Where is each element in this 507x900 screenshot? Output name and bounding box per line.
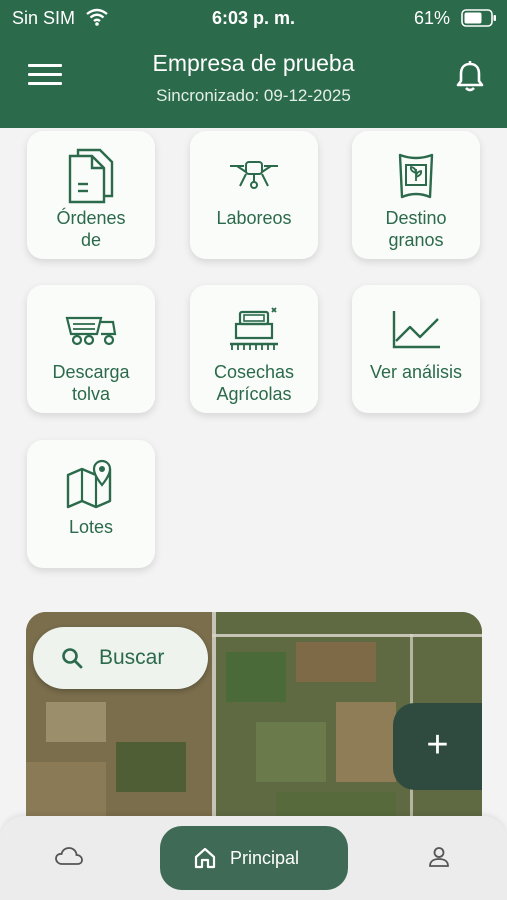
map-pin-icon — [27, 452, 155, 518]
add-button[interactable]: + — [393, 703, 482, 790]
tile-lotes[interactable]: Lotes — [27, 440, 155, 568]
tile-destino-granos[interactable]: Destino granos — [352, 131, 480, 259]
map-search-button[interactable]: Buscar — [33, 627, 208, 689]
search-label: Buscar — [99, 646, 165, 669]
combine-harvester-icon — [190, 297, 318, 363]
documents-icon — [27, 143, 155, 209]
grain-bag-icon — [352, 143, 480, 209]
hopper-truck-icon — [27, 297, 155, 363]
search-icon — [61, 647, 83, 674]
home-icon — [194, 847, 216, 874]
tile-label: Órdenes de — [56, 208, 126, 250]
notification-bell-icon[interactable] — [455, 60, 485, 99]
nav-home-button[interactable]: Principal — [160, 826, 348, 890]
bottom-navigation: Principal — [0, 816, 507, 900]
status-bar: Sin SIM 6:03 p. m. 61% — [0, 0, 507, 36]
line-chart-icon — [352, 297, 480, 363]
user-profile-icon[interactable] — [428, 846, 450, 873]
tile-label: Descarga tolva — [52, 362, 130, 404]
battery-icon — [461, 9, 497, 32]
tile-ordenes[interactable]: Órdenes de — [27, 131, 155, 259]
battery-percent: 61% — [414, 8, 451, 28]
company-title: Empresa de prueba — [152, 50, 355, 76]
cloud-icon[interactable] — [55, 846, 83, 871]
app-header: Sin SIM 6:03 p. m. 61% Empresa de prueba… — [0, 0, 507, 128]
drone-icon — [190, 143, 318, 209]
nav-home-label: Principal — [230, 848, 300, 868]
tile-laboreos[interactable]: Laboreos — [190, 131, 318, 259]
tile-descarga-tolva[interactable]: Descarga tolva — [27, 285, 155, 413]
tile-label: Lotes — [68, 517, 114, 537]
tile-label: Cosechas Agrícolas — [213, 362, 295, 404]
sync-status: Sincronizado: 09-12-2025 — [156, 86, 351, 105]
plus-icon: + — [426, 724, 449, 766]
tile-label: Destino granos — [385, 208, 447, 250]
tile-ver-analisis[interactable]: Ver análisis — [352, 285, 480, 413]
tile-cosechas-agricolas[interactable]: Cosechas Agrícolas — [190, 285, 318, 413]
tile-label: Ver análisis — [369, 362, 463, 382]
tile-label: Laboreos — [216, 208, 292, 228]
